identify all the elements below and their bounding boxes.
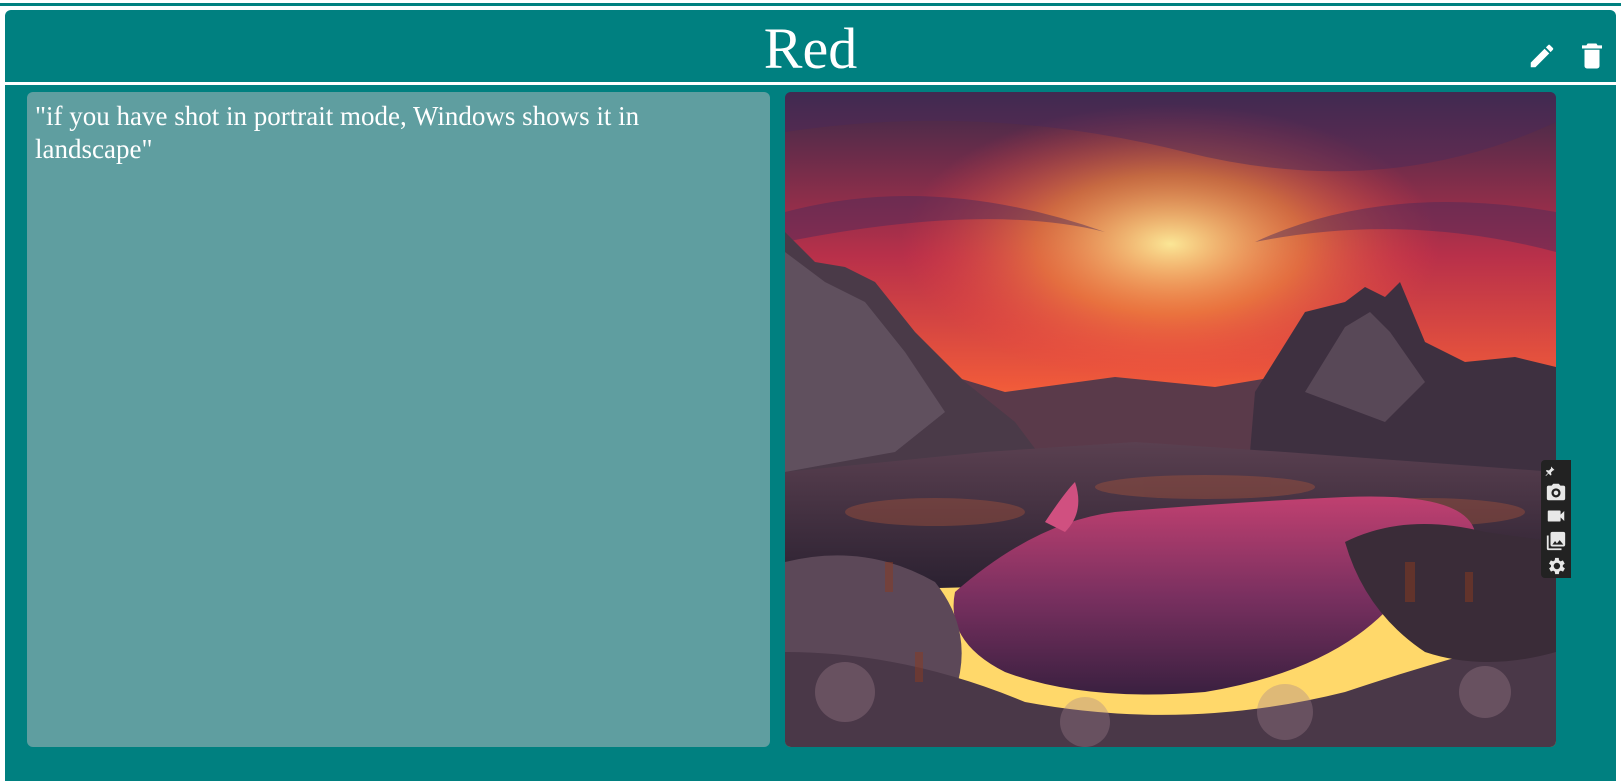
card-title: Red: [763, 16, 858, 81]
pin-button[interactable]: [1542, 462, 1570, 480]
pencil-icon: [1530, 44, 1554, 68]
gallery-button[interactable]: [1541, 529, 1571, 554]
settings-button[interactable]: [1541, 553, 1571, 578]
gallery-icon: [1546, 531, 1566, 551]
record-button[interactable]: [1541, 504, 1571, 529]
screenshot-button[interactable]: [1541, 480, 1571, 505]
gear-icon: [1549, 557, 1565, 574]
card-header: Red: [5, 10, 1616, 85]
note-panel[interactable]: "if you have shot in portrait mode, Wind…: [27, 92, 770, 747]
side-toolbar: [1541, 460, 1571, 578]
camera-icon: [1546, 483, 1566, 501]
note-text: "if you have shot in portrait mode, Wind…: [35, 101, 640, 164]
note-card: Red "if you have shot in portrait mode, …: [5, 10, 1616, 781]
pin-icon: [1545, 466, 1555, 476]
photo: [785, 92, 1556, 747]
video-icon: [1547, 510, 1565, 522]
delete-button[interactable]: [1576, 40, 1608, 72]
card-actions: [1526, 40, 1608, 72]
top-divider: [0, 3, 1621, 6]
trash-icon: [1582, 43, 1602, 69]
edit-button[interactable]: [1526, 40, 1558, 72]
landscape-photo: [785, 92, 1556, 747]
